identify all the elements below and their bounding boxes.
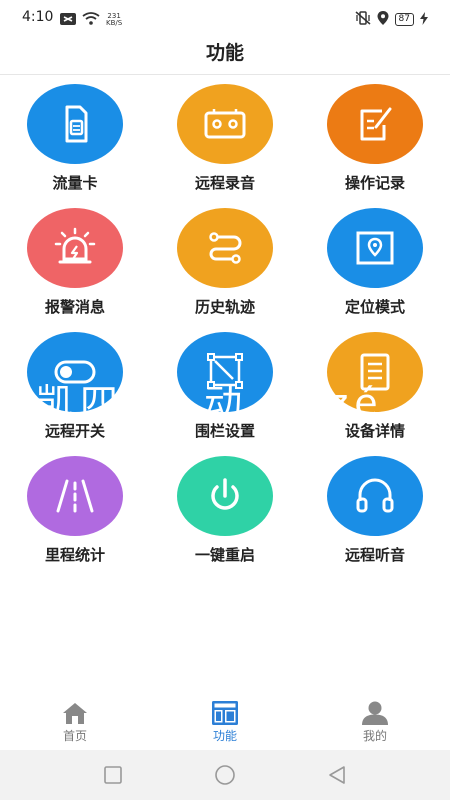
nav-label: 功能 — [212, 729, 237, 743]
profile-icon — [362, 701, 388, 725]
feature-location-mode[interactable]: 定位模式 — [310, 206, 440, 330]
circle-icon — [215, 765, 235, 785]
map-pin-icon — [356, 231, 394, 265]
cassette-tape-icon — [204, 109, 246, 139]
feature-circle — [27, 332, 123, 412]
vibrate-mute-icon — [355, 10, 371, 29]
feature-row: 里程统计 一键重启 远程听音 — [0, 454, 450, 578]
feature-row: 流量卡 远程录音 操作记录 — [0, 82, 450, 206]
feature-history-track[interactable]: 历史轨迹 — [160, 206, 290, 330]
feature-label: 操作记录 — [344, 174, 405, 192]
fence-polygon-icon — [207, 353, 243, 389]
back-triangle-icon — [329, 766, 345, 784]
feature-circle — [177, 332, 273, 412]
nav-functions[interactable]: 功能 — [175, 700, 275, 748]
feature-circle — [327, 332, 423, 412]
notification-icon — [60, 10, 76, 29]
nav-label: 首页 — [62, 729, 87, 743]
feature-row: 远程开关 围栏设置 设备详情 — [0, 330, 450, 454]
feature-circle — [177, 84, 273, 164]
feature-remote-recording[interactable]: 远程录音 — [160, 82, 290, 206]
headphones-icon — [356, 478, 394, 513]
feature-fence-settings[interactable]: 围栏设置 — [160, 330, 290, 454]
feature-label: 定位模式 — [344, 298, 405, 316]
system-nav-bar — [0, 750, 450, 800]
function-grid-icon — [212, 701, 238, 725]
page-title: 功能 — [205, 42, 244, 64]
sim-card-icon — [65, 105, 88, 143]
feature-remote-listen[interactable]: 远程听音 — [310, 454, 440, 578]
status-right-icons: 87 — [355, 10, 428, 29]
feature-label: 历史轨迹 — [194, 298, 255, 316]
feature-device-details[interactable]: 设备详情 — [310, 330, 440, 454]
feature-label: 远程开关 — [44, 422, 105, 440]
feature-label: 围栏设置 — [194, 422, 255, 440]
nav-home[interactable]: 首页 — [25, 700, 125, 748]
feature-mileage-stats[interactable]: 里程统计 — [10, 454, 140, 578]
feature-circle — [327, 456, 423, 536]
feature-circle — [327, 208, 423, 288]
battery-level: 87 — [394, 13, 414, 26]
feature-alarm-messages[interactable]: 报警消息 — [10, 206, 140, 330]
road-icon — [56, 479, 94, 513]
nav-label: 我的 — [362, 729, 387, 743]
feature-label: 设备详情 — [344, 422, 405, 440]
feature-label: 里程统计 — [44, 546, 105, 564]
nav-profile[interactable]: 我的 — [325, 700, 425, 748]
feature-label: 远程听音 — [344, 546, 405, 564]
feature-operation-log[interactable]: 操作记录 — [310, 82, 440, 206]
header-bar: 功能 — [0, 36, 450, 75]
square-icon — [104, 766, 122, 784]
toggle-switch-icon — [54, 360, 96, 384]
edit-record-icon — [360, 107, 392, 141]
home-button[interactable] — [212, 764, 238, 786]
status-time: 4:10 — [22, 9, 54, 25]
status-bar: 4:10 231 KB/S 87 — [0, 0, 450, 36]
power-icon — [211, 478, 239, 510]
track-path-icon — [209, 232, 242, 264]
back-button[interactable] — [325, 764, 349, 786]
alarm-light-icon — [54, 227, 96, 264]
feature-circle — [177, 456, 273, 536]
feature-label: 流量卡 — [52, 174, 98, 192]
feature-circle — [27, 84, 123, 164]
feature-label: 远程录音 — [194, 174, 255, 192]
recent-apps-button[interactable] — [101, 764, 125, 786]
feature-label: 报警消息 — [44, 298, 105, 316]
wifi-icon — [82, 10, 100, 29]
net-speed: 231 KB/S — [106, 12, 123, 27]
net-speed-unit: KB/S — [106, 18, 123, 27]
feature-one-key-restart[interactable]: 一键重启 — [160, 454, 290, 578]
charging-icon — [420, 10, 428, 29]
status-left-icons: 231 KB/S — [60, 10, 122, 29]
feature-row: 报警消息 历史轨迹 定位模式 — [0, 206, 450, 330]
bottom-nav: 首页 功能 我的 — [0, 696, 450, 750]
feature-sim-card[interactable]: 流量卡 — [10, 82, 140, 206]
feature-circle — [327, 84, 423, 164]
feature-remote-switch[interactable]: 远程开关 — [10, 330, 140, 454]
device-detail-icon — [360, 353, 390, 391]
feature-circle — [177, 208, 273, 288]
location-icon — [377, 10, 389, 29]
feature-label: 一键重启 — [194, 546, 255, 564]
feature-circle — [27, 456, 123, 536]
home-icon — [63, 703, 87, 724]
feature-circle — [27, 208, 123, 288]
